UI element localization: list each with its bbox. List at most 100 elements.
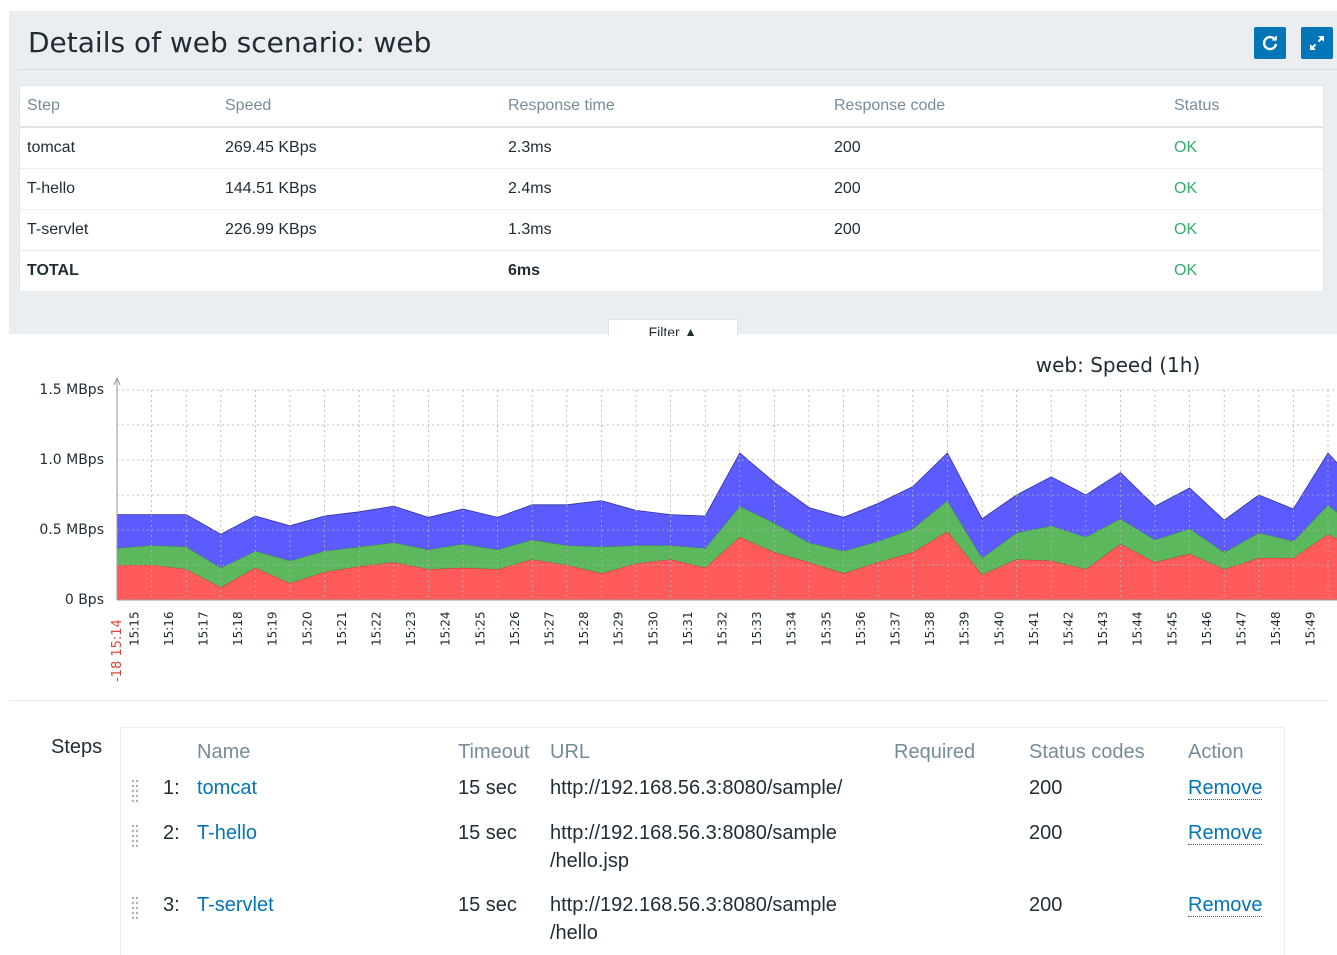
divider — [9, 700, 1328, 701]
x-tick-label: 15:49 — [1304, 611, 1318, 646]
step-name-link[interactable]: T-servlet — [197, 891, 274, 919]
step-timeout: 15 sec — [458, 777, 517, 799]
page-title: Details of web scenario: web — [28, 26, 432, 59]
speed-graph-svg: web: Speed (1h) 0 Bps 0.5 MBps 1.0 MBps 1.5 … — [39, 353, 1337, 682]
step-name: tomcat — [19, 127, 218, 169]
col-url: URL — [550, 741, 591, 763]
x-tick-label: 15:35 — [819, 611, 833, 646]
speed-graph: web: Speed (1h) 0 Bps 0.5 MBps 1.0 MBps 1.5 … — [0, 334, 1337, 694]
x-tick-label: 15:22 — [370, 611, 384, 646]
drag-handle-icon[interactable] — [131, 896, 139, 926]
y-tick-label: 1.5 MBps — [39, 382, 104, 398]
x-tick-label: 15:25 — [473, 611, 487, 646]
x-tick-label: 15:39 — [958, 611, 972, 646]
total-speed — [218, 250, 501, 292]
col-step: Step — [19, 85, 218, 128]
remove-button[interactable]: Remove — [1188, 891, 1263, 919]
x-tick-label: 15:41 — [1027, 611, 1041, 646]
step-number: 1: — [163, 777, 180, 799]
step-speed: 144.51 KBps — [218, 168, 501, 210]
x-tick-label: 15:27 — [543, 611, 557, 646]
step-status-codes: 200 — [1029, 777, 1063, 799]
x-tick-label: 15:46 — [1200, 611, 1214, 646]
details-header-row: Step Speed Response time Response code S… — [19, 85, 1324, 128]
step-response-time: 2.4ms — [501, 168, 827, 210]
step-speed: 269.45 KBps — [218, 127, 501, 169]
status-badge: OK — [1167, 250, 1324, 292]
step-name: T-servlet — [19, 209, 218, 251]
x-tick-label: 15:37 — [889, 611, 903, 646]
chart-title: web: Speed (1h) — [1036, 353, 1201, 377]
y-tick-label: 1.0 MBps — [39, 452, 104, 468]
remove-button[interactable]: Remove — [1188, 774, 1263, 802]
page-header: Details of web scenario: web — [18, 11, 1337, 70]
table-row: tomcat 269.45 KBps 2.3ms 200 OK — [19, 127, 1324, 169]
drag-handle-icon[interactable] — [131, 824, 139, 854]
remove-link[interactable]: Remove — [1188, 777, 1263, 800]
x-tick-label: 15:15 — [127, 611, 141, 646]
x-start-label: -18 15:14 — [110, 619, 125, 682]
total-response-code — [827, 250, 1167, 292]
table-row: T-servlet 226.99 KBps 1.3ms 200 OK — [19, 209, 1324, 251]
step-url-line1: http://192.168.56.3:8080/sample — [550, 894, 837, 916]
status-badge: OK — [1167, 168, 1324, 210]
x-tick-label: 15:47 — [1235, 611, 1249, 646]
total-label: TOTAL — [19, 250, 218, 292]
x-tick-label: 15:20 — [300, 611, 314, 646]
x-tick-label: 15:19 — [266, 611, 280, 646]
total-response-time: 6ms — [501, 250, 827, 292]
step-response-code: 200 — [827, 209, 1167, 251]
x-tick-label: 15:32 — [716, 611, 730, 646]
step-url-line2: /hello — [550, 922, 598, 944]
drag-handle-icon[interactable] — [131, 779, 139, 809]
steps-label: Steps — [51, 736, 103, 758]
col-name: Name — [197, 741, 251, 763]
steps-table: Name Timeout URL Required Status codes A… — [120, 727, 1285, 955]
col-timeout: Timeout — [458, 741, 530, 763]
step-number: 3: — [163, 894, 180, 916]
x-tick-label: 15:43 — [1096, 611, 1110, 646]
x-tick-label: 15:30 — [646, 611, 660, 646]
status-badge: OK — [1167, 209, 1324, 251]
x-tick-label: 15:48 — [1269, 611, 1283, 646]
col-status: Status — [1167, 85, 1324, 128]
x-tick-label: 15:40 — [992, 611, 1006, 646]
refresh-icon — [1262, 35, 1278, 51]
step-url-line1: http://192.168.56.3:8080/sample/ — [550, 777, 843, 799]
step-name: T-hello — [19, 168, 218, 210]
x-tick-label: 15:24 — [439, 611, 453, 646]
remove-link[interactable]: Remove — [1188, 822, 1263, 845]
x-tick-label: 15:17 — [197, 611, 211, 646]
step-speed: 226.99 KBps — [218, 209, 501, 251]
fullscreen-icon — [1310, 36, 1324, 50]
table-row: T-hello 144.51 KBps 2.4ms 200 OK — [19, 168, 1324, 210]
web-scenario-details-panel: Details of web scenario: web Step Speed … — [9, 11, 1337, 336]
remove-link[interactable]: Remove — [1188, 894, 1263, 917]
step-status-codes: 200 — [1029, 894, 1063, 916]
col-speed: Speed — [218, 85, 501, 128]
step-url: http://192.168.56.3:8080/sample/hello.js… — [550, 819, 837, 875]
step-status-codes: 200 — [1029, 822, 1063, 844]
x-tick-label: 15:34 — [785, 611, 799, 646]
col-action: Action — [1188, 741, 1244, 763]
x-tick-label: 15:33 — [750, 611, 764, 646]
status-badge: OK — [1167, 127, 1324, 169]
y-tick-label: 0.5 MBps — [39, 522, 104, 538]
step-name-link[interactable]: T-hello — [197, 819, 257, 847]
col-status-codes: Status codes — [1029, 741, 1145, 763]
col-response-code: Response code — [827, 85, 1167, 128]
x-tick-label: 15:31 — [681, 611, 695, 646]
remove-button[interactable]: Remove — [1188, 819, 1263, 847]
step-response-time: 2.3ms — [501, 127, 827, 169]
x-tick-label: 15:29 — [612, 611, 626, 646]
step-name-link[interactable]: tomcat — [197, 774, 257, 802]
x-tick-label: 15:36 — [854, 611, 868, 646]
x-tick-label: 15:16 — [162, 611, 176, 646]
step-timeout: 15 sec — [458, 894, 517, 916]
step-response-time: 1.3ms — [501, 209, 827, 251]
y-tick-label: 0 Bps — [65, 592, 104, 608]
refresh-button[interactable] — [1254, 27, 1286, 59]
step-url: http://192.168.56.3:8080/sample/hello — [550, 891, 837, 947]
x-tick-label: 15:38 — [923, 611, 937, 646]
fullscreen-button[interactable] — [1301, 27, 1333, 59]
